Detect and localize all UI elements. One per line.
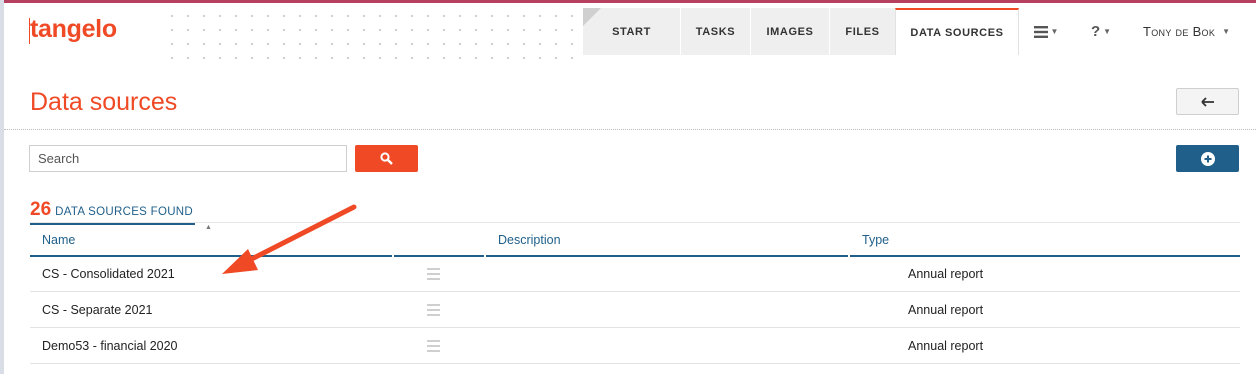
- help-icon: ?: [1090, 23, 1101, 40]
- tab-tasks[interactable]: TASKS: [680, 8, 750, 55]
- row-type: Annual report: [908, 303, 984, 317]
- decorative-dot-pattern: [164, 9, 584, 59]
- search-input[interactable]: [29, 145, 347, 172]
- header-divider: [4, 129, 1256, 130]
- row-type: Annual report: [908, 339, 984, 353]
- user-name: Tony de Bok: [1143, 24, 1216, 39]
- add-data-source-button[interactable]: [1176, 145, 1239, 172]
- drag-handle-icon[interactable]: [427, 268, 440, 280]
- table-row[interactable]: CS - Consolidated 2021 Annual report: [30, 256, 1240, 292]
- chevron-down-icon: ▼: [1103, 27, 1112, 36]
- column-header-type[interactable]: Type: [850, 223, 1240, 257]
- main-nav: START TASKS IMAGES FILES DATA SOURCES ▼ …: [582, 8, 1230, 55]
- page-title: Data sources: [30, 88, 178, 116]
- back-button[interactable]: [1176, 88, 1239, 115]
- column-header-name-label: Name: [42, 233, 76, 247]
- results-count-label: DATA SOURCES FOUND: [55, 206, 194, 218]
- results-count-number: 26: [30, 199, 52, 220]
- table-row[interactable]: CS - Separate 2021 Annual report: [30, 292, 1240, 328]
- tab-start[interactable]: START: [582, 8, 680, 55]
- drag-handle-icon[interactable]: [427, 304, 440, 316]
- sort-ascending-icon[interactable]: ▲: [205, 224, 212, 231]
- chevron-down-icon: ▼: [1222, 27, 1231, 36]
- column-header-description[interactable]: Description: [486, 223, 848, 257]
- table-row[interactable]: Demo53 - financial 2020 Annual report: [30, 328, 1240, 364]
- data-sources-table: Name ▲ Description Type CS - Consolidate…: [30, 222, 1240, 364]
- tab-files[interactable]: FILES: [829, 8, 895, 55]
- menu-dropdown[interactable]: ▼: [1019, 8, 1073, 55]
- header: tangelo START TASKS IMAGES FILES DATA SO…: [4, 3, 1256, 63]
- user-menu[interactable]: Tony de Bok ▼: [1129, 8, 1230, 55]
- row-name[interactable]: CS - Separate 2021: [42, 292, 153, 328]
- search-icon: [380, 152, 393, 165]
- row-name[interactable]: Demo53 - financial 2020: [42, 328, 178, 364]
- chevron-down-icon: ▼: [1050, 27, 1059, 36]
- tab-images[interactable]: IMAGES: [750, 8, 829, 55]
- row-type: Annual report: [908, 267, 984, 281]
- back-arrow-icon: [1200, 96, 1214, 107]
- row-name[interactable]: CS - Consolidated 2021: [42, 256, 175, 292]
- drag-handle-icon[interactable]: [427, 340, 440, 352]
- column-header-actions: [394, 223, 484, 257]
- hamburger-icon: [1033, 25, 1048, 38]
- column-header-name[interactable]: Name ▲: [30, 223, 392, 257]
- table-header: Name ▲ Description Type: [30, 222, 1240, 257]
- logo[interactable]: tangelo: [30, 15, 117, 44]
- plus-circle-icon: [1200, 151, 1215, 166]
- search-button[interactable]: [355, 145, 418, 172]
- tab-data-sources[interactable]: DATA SOURCES: [895, 8, 1019, 55]
- help-dropdown[interactable]: ? ▼: [1073, 8, 1129, 55]
